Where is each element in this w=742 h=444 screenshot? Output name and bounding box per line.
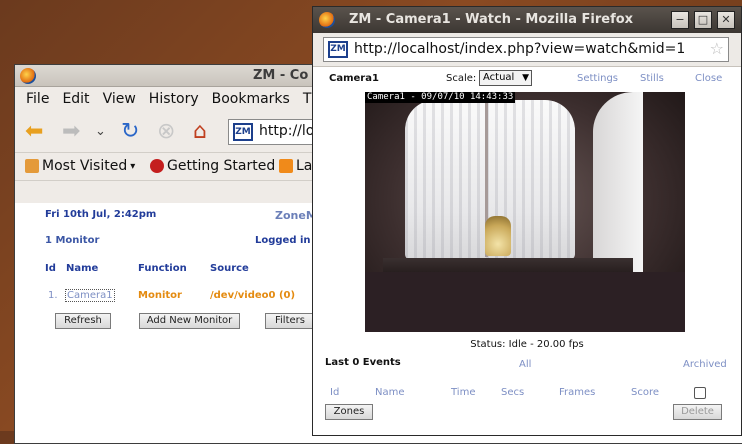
scale-select[interactable]: Actual ▼	[479, 70, 532, 86]
bookmark-label: Most Visited	[42, 158, 128, 174]
forward-arrow-icon[interactable]: ➡	[62, 119, 80, 145]
bookmark-most-visited[interactable]: Most Visited ▾	[25, 158, 135, 174]
menu-view[interactable]: View	[103, 91, 136, 107]
select-all-checkbox[interactable]	[694, 387, 706, 399]
close-link[interactable]: Close	[695, 73, 722, 84]
monitor-count-link[interactable]: 1 Monitor	[45, 235, 99, 246]
oil-lamp-in-feed	[485, 216, 511, 256]
events-col-time[interactable]: Time	[451, 387, 475, 398]
col-id: Id	[45, 263, 56, 274]
col-name: Name	[66, 263, 99, 274]
chevron-down-icon[interactable]: ⌄	[95, 119, 106, 145]
dropdown-arrow-icon: ▼	[522, 73, 529, 83]
menu-bookmarks[interactable]: Bookmarks	[212, 91, 290, 107]
bookmark-label: La	[296, 158, 313, 174]
watch-popup-window: ZM - Camera1 - Watch - Mozilla Firefox −…	[312, 6, 742, 436]
popup-titlebar[interactable]: ZM - Camera1 - Watch - Mozilla Firefox −…	[313, 7, 741, 33]
zones-button[interactable]: Zones	[325, 404, 373, 420]
bg-window-title: ZM - Co	[253, 68, 309, 83]
redhat-icon	[150, 159, 164, 173]
events-col-name[interactable]: Name	[375, 387, 405, 398]
menu-history[interactable]: History	[149, 91, 199, 107]
watch-page: Camera1 Scale: Actual ▼ Settings Stills …	[313, 67, 741, 435]
bookmark-getting-started[interactable]: Getting Started	[150, 158, 275, 174]
bookmark-latest[interactable]: La	[279, 158, 312, 174]
camera-name: Camera1	[329, 73, 379, 84]
bookmark-star-icon[interactable]: ☆	[710, 39, 724, 58]
maximize-icon[interactable]: □	[694, 11, 712, 29]
delete-button[interactable]: Delete	[673, 404, 722, 420]
back-arrow-icon[interactable]: ⬅	[25, 119, 43, 145]
add-monitor-button[interactable]: Add New Monitor	[139, 313, 240, 329]
col-source: Source	[210, 263, 249, 274]
firefox-icon	[20, 68, 36, 84]
reload-icon[interactable]: ↻	[121, 119, 139, 145]
minimize-icon[interactable]: −	[671, 11, 689, 29]
events-col-score[interactable]: Score	[631, 387, 659, 398]
events-all-link[interactable]: All	[519, 359, 531, 370]
menu-edit[interactable]: Edit	[62, 91, 89, 107]
menu-tools[interactable]: T	[303, 91, 312, 107]
row-id: 1.	[48, 290, 58, 301]
refresh-button[interactable]: Refresh	[55, 313, 111, 329]
login-status[interactable]: Logged in a	[255, 235, 321, 246]
stills-link[interactable]: Stills	[640, 73, 664, 84]
console-date: Fri 10th Jul, 2:42pm	[45, 209, 157, 220]
home-icon[interactable]: ⌂	[193, 119, 207, 145]
settings-link[interactable]: Settings	[577, 73, 618, 84]
rss-icon	[279, 159, 293, 173]
bookmark-label: Getting Started	[167, 158, 276, 174]
popup-url-bar[interactable]: ZM http://localhost/index.php?view=watch…	[323, 37, 729, 62]
events-archived-link[interactable]: Archived	[683, 359, 727, 370]
feed-timestamp: Camera1 - 09/07/10 14:43:33	[365, 92, 516, 103]
popup-window-title: ZM - Camera1 - Watch - Mozilla Firefox	[349, 12, 634, 27]
console-title: ZoneM	[275, 209, 317, 222]
events-col-secs[interactable]: Secs	[501, 387, 524, 398]
events-col-id[interactable]: Id	[330, 387, 339, 398]
firefox-icon	[319, 12, 335, 28]
stream-status: Status: Idle - 20.00 fps	[470, 339, 584, 350]
menu-file[interactable]: File	[26, 91, 49, 107]
col-function: Function	[138, 263, 187, 274]
monitor-function-link[interactable]: Monitor	[138, 290, 182, 301]
zm-favicon-icon: ZM	[328, 41, 348, 58]
popup-url-text: http://localhost/index.php?view=watch&mi…	[354, 41, 686, 57]
filters-button[interactable]: Filters	[265, 313, 315, 329]
events-title: Last 0 Events	[325, 357, 401, 368]
events-col-frames[interactable]: Frames	[559, 387, 595, 398]
stop-icon[interactable]: ⊗	[157, 119, 175, 145]
scale-value: Actual	[483, 72, 515, 83]
zm-favicon-icon: ZM	[233, 123, 253, 141]
camera-live-feed[interactable]: Camera1 - 09/07/10 14:43:33	[365, 92, 685, 332]
scale-label: Scale:	[446, 73, 477, 84]
monitor-source-link[interactable]: /dev/video0 (0)	[210, 290, 295, 301]
close-window-icon[interactable]: ✕	[717, 11, 735, 29]
popup-url-row: ZM http://localhost/index.php?view=watch…	[313, 33, 741, 67]
monitor-name-link[interactable]: Camera1	[65, 289, 115, 302]
folder-icon	[25, 159, 39, 173]
